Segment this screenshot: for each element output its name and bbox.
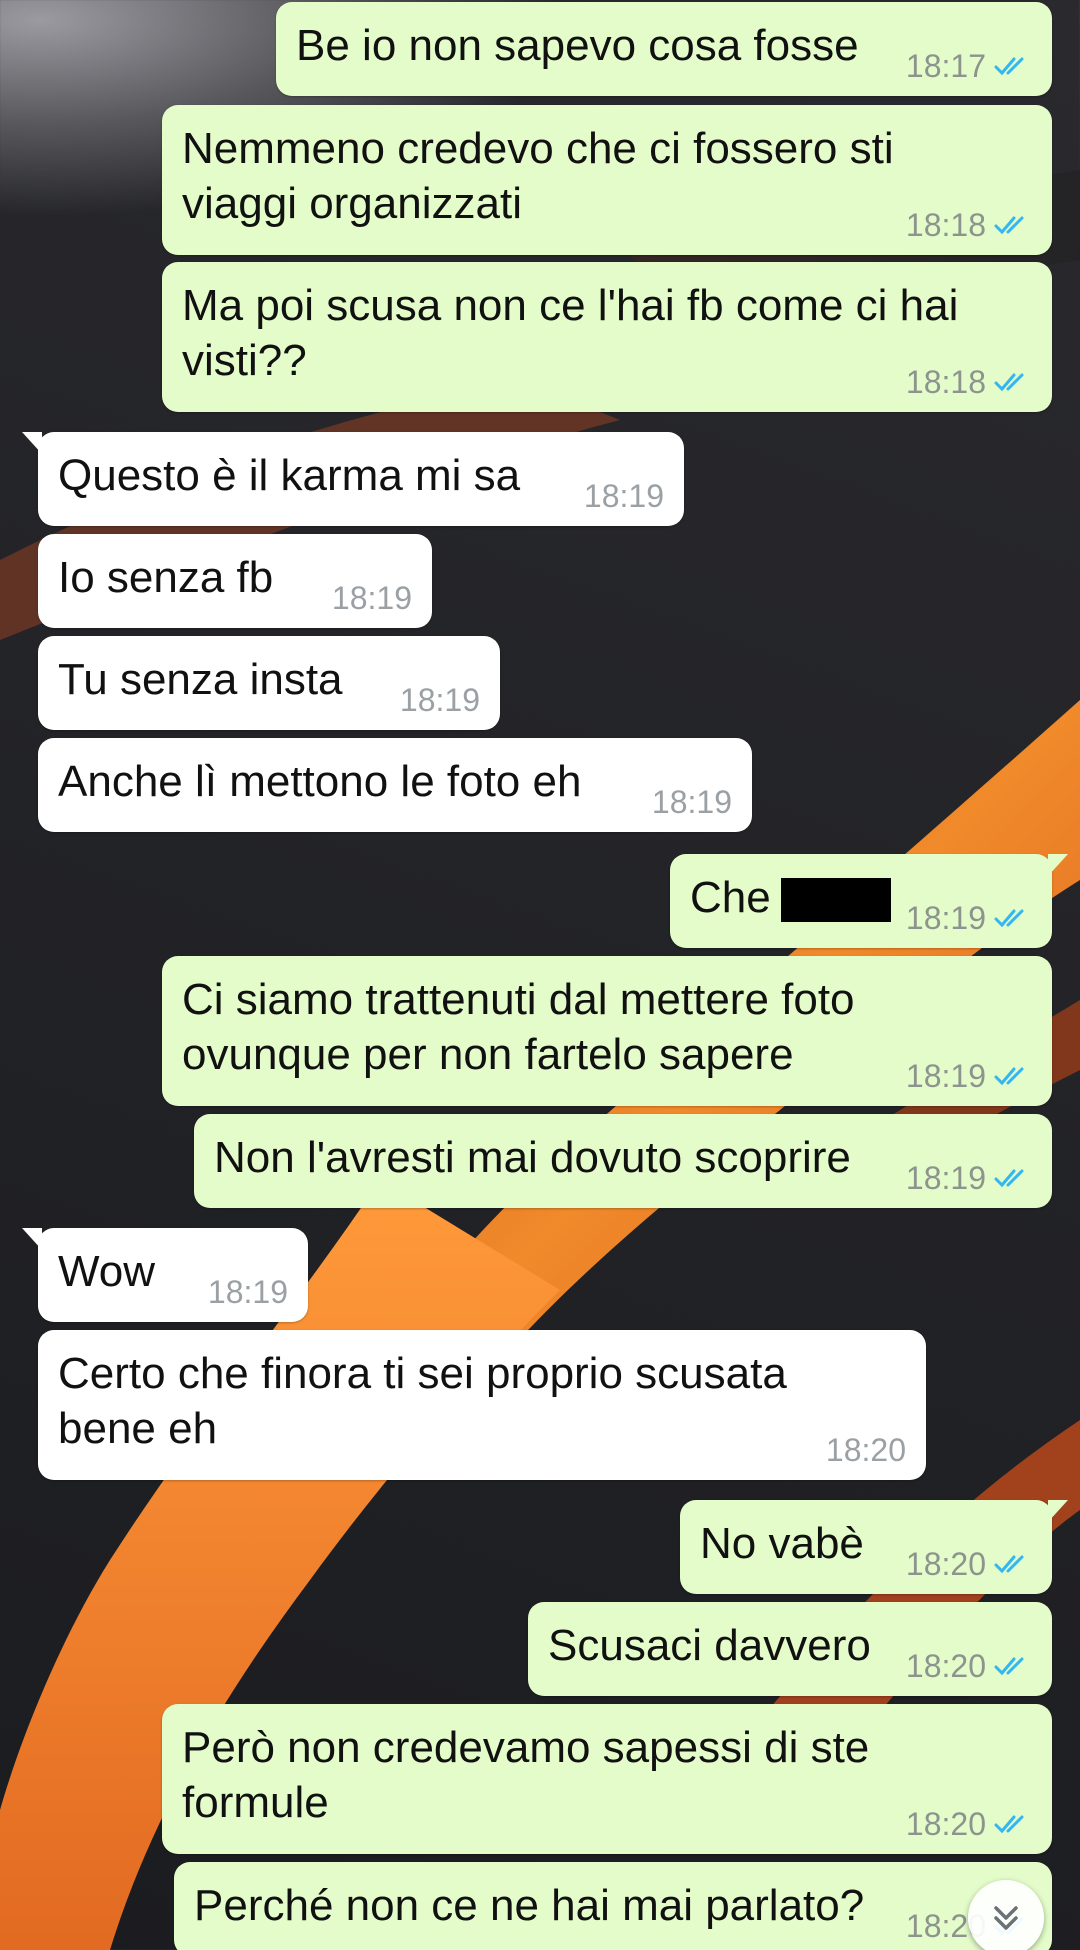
double-check-icon [994,906,1032,930]
message-text: Certo che finora ti sei proprio scusata … [58,1349,787,1453]
message-meta: 18:20 [826,1432,906,1468]
message-time: 18:20 [825,1432,906,1468]
double-check-icon [994,1552,1032,1576]
message-meta: 18:18 [906,364,1032,400]
message-meta: 18:20 [906,1546,1032,1582]
message-meta: 18:19 [906,900,1032,936]
message-text: Anche lì mettono le foto eh [58,757,582,806]
message-time: 18:19 [905,1058,986,1094]
message-time: 18:19 [905,1160,986,1196]
message-bubble[interactable]: Be io non sapevo cosa fosse 18:17 [276,2,1052,96]
message-time: 18:19 [905,900,986,936]
double-check-icon [994,1654,1032,1678]
double-check-icon [994,1064,1032,1088]
message-bubble[interactable]: Perché non ce ne hai mai parlato? 18:20 [174,1862,1052,1950]
message-bubble[interactable]: Scusaci davvero 18:20 [528,1602,1052,1696]
message-bubble[interactable]: Questo è il karma mi sa 18:19 [22,432,684,526]
message-time: 18:19 [331,580,412,616]
message-meta: 18:20 [906,1648,1032,1684]
message-bubble[interactable]: Non l'avresti mai dovuto scoprire 18:19 [194,1114,1052,1208]
double-check-icon [994,54,1032,78]
message-meta: 18:19 [584,478,664,514]
chevron-double-down-icon [994,1906,1018,1930]
message-time: 18:20 [905,1648,986,1684]
message-text: Che [690,873,771,922]
message-time: 18:19 [651,784,732,820]
double-check-icon [994,213,1032,237]
message-meta: 18:19 [906,1160,1032,1196]
message-time: 18:18 [905,207,986,243]
message-time: 18:20 [905,1806,986,1842]
message-text: Nemmeno credevo che ci fossero sti viagg… [182,124,894,228]
message-bubble[interactable]: Anche lì mettono le foto eh 18:19 [38,738,752,832]
message-text: Ci siamo trattenuti dal mettere foto ovu… [182,975,855,1079]
message-meta: 18:18 [906,207,1032,243]
message-bubble[interactable]: Tu senza insta 18:19 [38,636,500,730]
message-bubble[interactable]: No vabè 18:20 [680,1500,1068,1594]
message-time: 18:19 [207,1274,288,1310]
message-bubble[interactable]: Che 18:19 [670,854,1068,948]
message-bubble[interactable]: Certo che finora ti sei proprio scusata … [38,1330,926,1480]
message-bubble[interactable]: Wow 18:19 [22,1228,308,1322]
scroll-to-bottom-button[interactable] [968,1880,1044,1950]
double-check-icon [994,370,1032,394]
message-time: 18:19 [399,682,480,718]
message-time: 18:19 [583,478,664,514]
message-list[interactable]: Be io non sapevo cosa fosse 18:17 Nemmen… [0,0,1080,1950]
message-bubble[interactable]: Ma poi scusa non ce l'hai fb come ci hai… [162,262,1052,412]
message-bubble[interactable]: Ci siamo trattenuti dal mettere foto ovu… [162,956,1052,1106]
message-text: Questo è il karma mi sa [58,451,521,500]
message-meta: 18:19 [332,580,412,616]
message-bubble[interactable]: Nemmeno credevo che ci fossero sti viagg… [162,105,1052,255]
message-time: 18:17 [905,48,986,84]
message-time: 18:18 [905,364,986,400]
redaction-box [780,878,891,923]
message-bubble[interactable]: Però non credevamo sapessi di ste formul… [162,1704,1052,1854]
message-text: Però non credevamo sapessi di ste formul… [182,1723,870,1827]
message-time: 18:20 [905,1546,986,1582]
message-text: Ma poi scusa non ce l'hai fb come ci hai… [182,281,959,385]
double-check-icon [994,1812,1032,1836]
message-meta: 18:19 [652,784,732,820]
message-meta: 18:19 [208,1274,288,1310]
double-check-icon [994,1166,1032,1190]
message-meta: 18:20 [906,1806,1032,1842]
message-meta: 18:19 [906,1058,1032,1094]
message-meta: 18:19 [400,682,480,718]
message-meta: 18:17 [906,48,1032,84]
message-bubble[interactable]: Io senza fb 18:19 [38,534,432,628]
